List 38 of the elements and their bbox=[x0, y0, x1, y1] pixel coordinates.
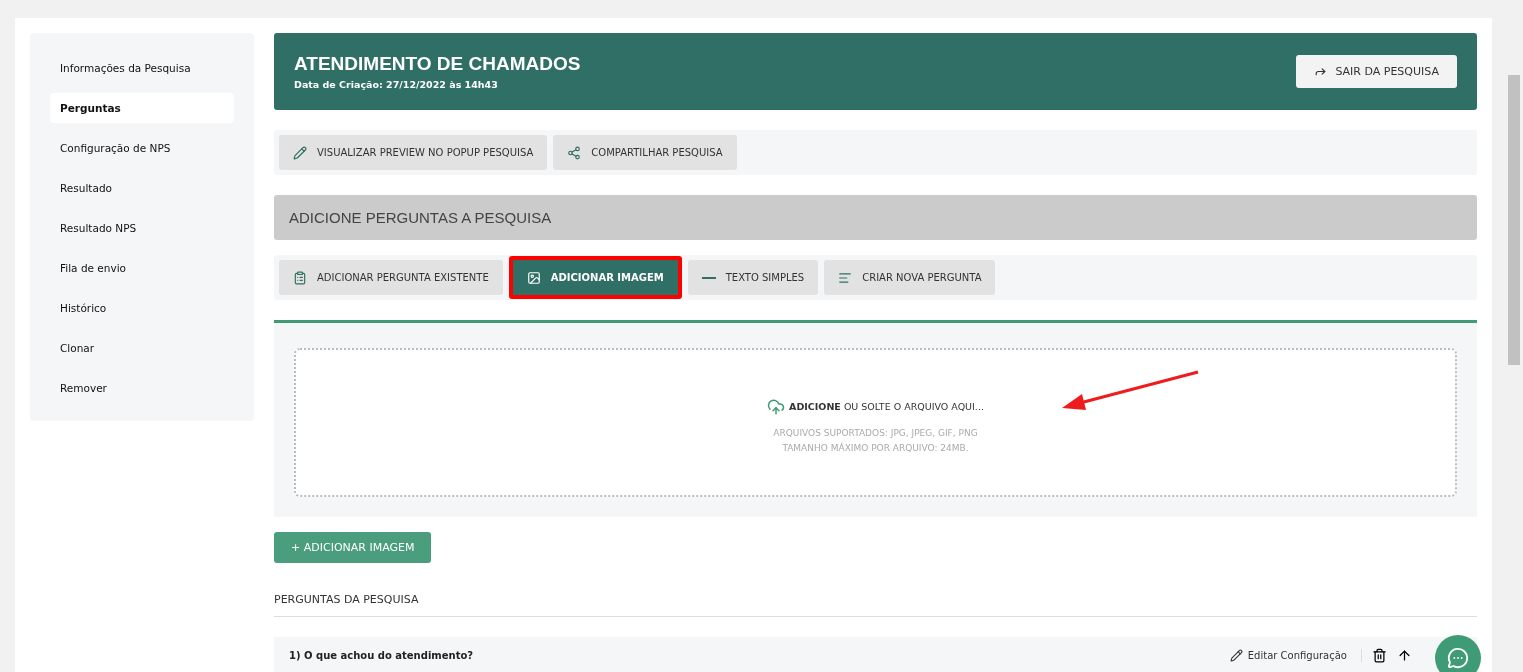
button-icon bbox=[838, 270, 853, 285]
toolbar-button[interactable]: TEXTO SIMPLES bbox=[687, 260, 819, 295]
questions-heading: PERGUNTAS DA PESQUISA bbox=[274, 593, 1477, 617]
sidebar-item[interactable]: Resultado NPS bbox=[50, 213, 234, 243]
creation-date: Data de Criação: 27/12/2022 às 14h43 bbox=[294, 79, 499, 90]
file-hint: TAMANHO MÁXIMO POR ARQUIVO: 24MB. bbox=[781, 441, 970, 455]
sidebar-item[interactable]: Resultado bbox=[50, 173, 234, 203]
toolbar-button[interactable]: CRIAR NOVA PERGUNTA bbox=[824, 260, 996, 295]
edit-icon bbox=[1229, 648, 1243, 662]
sidebar-item[interactable]: Fila de envio bbox=[50, 253, 234, 283]
sidebar-item[interactable]: Informações da Pesquisa bbox=[50, 53, 234, 83]
drop-zone[interactable]: ADICIONE OU SOLTE O ARQUIVO AQUI... ARQUIVOS SUPORTADOS: JPG, JPEG, GIF, PNG TAMANHO MÁXIMO POR ARQUIVO: 24MB. bbox=[294, 348, 1457, 497]
toolbar-button[interactable]: ADICIONAR IMAGEM bbox=[508, 256, 682, 299]
move-up-icon[interactable] bbox=[1397, 647, 1412, 663]
sidebar-item[interactable]: Remover bbox=[50, 373, 234, 403]
toolbar-button[interactable]: VISUALIZAR PREVIEW NO POPUP PESQUISA bbox=[279, 135, 548, 170]
toolbar-button[interactable]: COMPARTILHAR PESQUISA bbox=[553, 135, 737, 170]
button-icon bbox=[293, 270, 307, 285]
sidebar-item[interactable]: Clonar bbox=[50, 333, 234, 363]
file-hint: ARQUIVOS SUPORTADOS: JPG, JPEG, GIF, PNG bbox=[773, 426, 978, 440]
button-icon bbox=[567, 145, 582, 160]
sidebar-item[interactable]: Perguntas bbox=[50, 93, 234, 123]
question-title: 1) O que achou do atendimento? bbox=[289, 649, 474, 661]
sidebar-item[interactable]: Configuração de NPS bbox=[50, 133, 234, 163]
chat-icon bbox=[1447, 647, 1469, 669]
survey-title: ATENDIMENTO DE CHAMADOS bbox=[294, 53, 581, 75]
edit-link[interactable]: Editar Configuração bbox=[1229, 648, 1362, 662]
delete-icon[interactable] bbox=[1372, 647, 1387, 663]
button-icon bbox=[701, 276, 716, 279]
toolbar-button[interactable]: ADICIONAR PERGUNTA EXISTENTE bbox=[279, 260, 503, 295]
button-icon bbox=[526, 270, 541, 285]
button-icon bbox=[293, 145, 307, 160]
exit-button[interactable]: SAIR DA PESQUISA bbox=[1296, 55, 1457, 88]
drop-prompt: ADICIONE OU SOLTE O ARQUIVO AQUI... bbox=[789, 401, 984, 412]
sidebar-item[interactable]: Histórico bbox=[50, 293, 234, 323]
upload-icon bbox=[767, 397, 786, 416]
section-heading: ADICIONE PERGUNTAS A PESQUISA bbox=[274, 195, 1477, 240]
exit-icon bbox=[1314, 65, 1328, 78]
